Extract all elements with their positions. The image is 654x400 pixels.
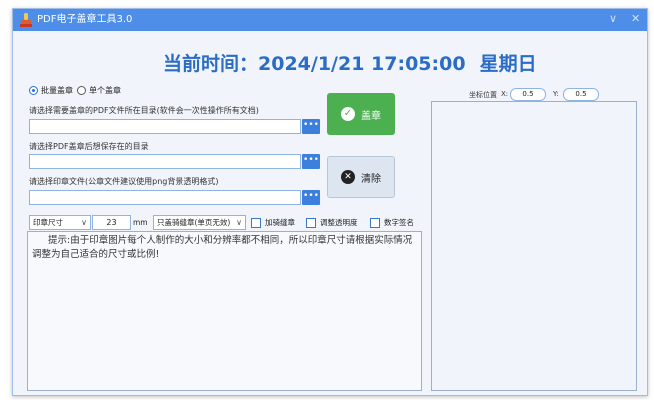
- chevron-down-icon: ∨: [236, 218, 242, 227]
- output-dir-label: 请选择PDF盖章后想保存在的目录: [29, 142, 149, 151]
- checkbox-box: [251, 217, 261, 228]
- stamp-file-row: •••: [29, 190, 333, 205]
- stamp-file-browse-button[interactable]: •••: [302, 190, 320, 205]
- seam-mode-select[interactable]: 只盖骑缝章(单页无效) ∨: [153, 215, 246, 230]
- clock-prefix: 当前时间：: [163, 53, 259, 75]
- clock-datetime: 2024/1/21 17:05:00: [258, 53, 466, 75]
- coord-y-input[interactable]: 0.5: [563, 88, 599, 101]
- stamp-size-select[interactable]: 印章尺寸 ∨: [29, 215, 91, 230]
- output-dir-browse-button[interactable]: •••: [302, 154, 320, 169]
- current-time-display: 当前时间：2024/1/21 17:05:00 星期日: [163, 49, 551, 76]
- check-circle-icon: ✓: [341, 107, 355, 121]
- pdf-dir-label: 请选择需要盖章的PDF文件所在目录(软件会一次性操作所有文档): [29, 106, 259, 115]
- app-window: PDF电子盖章工具3.0 ∨ ✕ 当前时间：2024/1/21 17:05:00…: [12, 8, 648, 396]
- seam-stamp-checkbox[interactable]: 加骑缝章: [251, 217, 295, 228]
- digital-signature-checkbox[interactable]: 数字签名: [370, 217, 414, 228]
- coord-label: 坐标位置: [469, 91, 497, 99]
- coord-x-label: X:: [501, 90, 509, 98]
- stamp-file-label: 请选择印章文件(公章文件建议使用png背景透明格式): [29, 177, 219, 186]
- chevron-down-icon: ∨: [81, 218, 87, 227]
- opacity-checkbox[interactable]: 调整透明度: [306, 217, 358, 228]
- digital-signature-label: 数字签名: [384, 218, 414, 227]
- clear-button-label: 清除: [361, 173, 381, 185]
- output-dir-input[interactable]: [29, 154, 301, 169]
- stamp-size-input[interactable]: 23: [92, 215, 131, 230]
- tip-textarea[interactable]: 提示:由于印章图片每个人制作的大小和分辨率都不相同，所以印章尺寸请根据实际情况调…: [27, 231, 422, 391]
- coord-x-input[interactable]: 0.5: [510, 88, 546, 101]
- close-button[interactable]: ✕: [631, 12, 640, 26]
- clock-weekday: 星期日: [479, 53, 537, 75]
- coord-y-label: Y:: [553, 90, 559, 98]
- close-circle-icon: ✕: [341, 170, 355, 184]
- minimize-button[interactable]: ∨: [609, 12, 617, 26]
- stamp-app-icon: [19, 12, 33, 28]
- seam-stamp-label: 加骑缝章: [265, 218, 295, 227]
- stamp-button-label: 盖章: [361, 110, 381, 122]
- radio-single-stamp[interactable]: 单个盖章: [77, 85, 121, 96]
- radio-single-label: 单个盖章: [89, 86, 121, 95]
- radio-batch-label: 批量盖章: [41, 86, 73, 95]
- radio-dot: [77, 86, 86, 95]
- checkbox-box: [306, 217, 316, 228]
- stamp-size-select-value: 印章尺寸: [33, 218, 63, 227]
- opacity-label: 调整透明度: [320, 218, 358, 227]
- pdf-dir-browse-button[interactable]: •••: [302, 119, 320, 134]
- checkbox-box: [370, 217, 380, 228]
- size-unit: mm: [133, 218, 148, 227]
- window-title: PDF电子盖章工具3.0: [37, 14, 133, 25]
- stamp-button[interactable]: ✓ 盖章: [327, 93, 395, 135]
- radio-dot-selected: [29, 86, 38, 95]
- title-bar: PDF电子盖章工具3.0 ∨ ✕: [13, 9, 647, 31]
- pdf-dir-input[interactable]: [29, 119, 301, 134]
- output-dir-row: •••: [29, 154, 333, 169]
- seam-mode-select-value: 只盖骑缝章(单页无效): [157, 218, 231, 227]
- clear-button[interactable]: ✕ 清除: [327, 156, 395, 198]
- pdf-dir-row: •••: [29, 119, 333, 134]
- radio-batch-stamp[interactable]: 批量盖章: [29, 85, 73, 96]
- stamp-file-input[interactable]: [29, 190, 301, 205]
- stamp-preview-panel[interactable]: [431, 101, 637, 391]
